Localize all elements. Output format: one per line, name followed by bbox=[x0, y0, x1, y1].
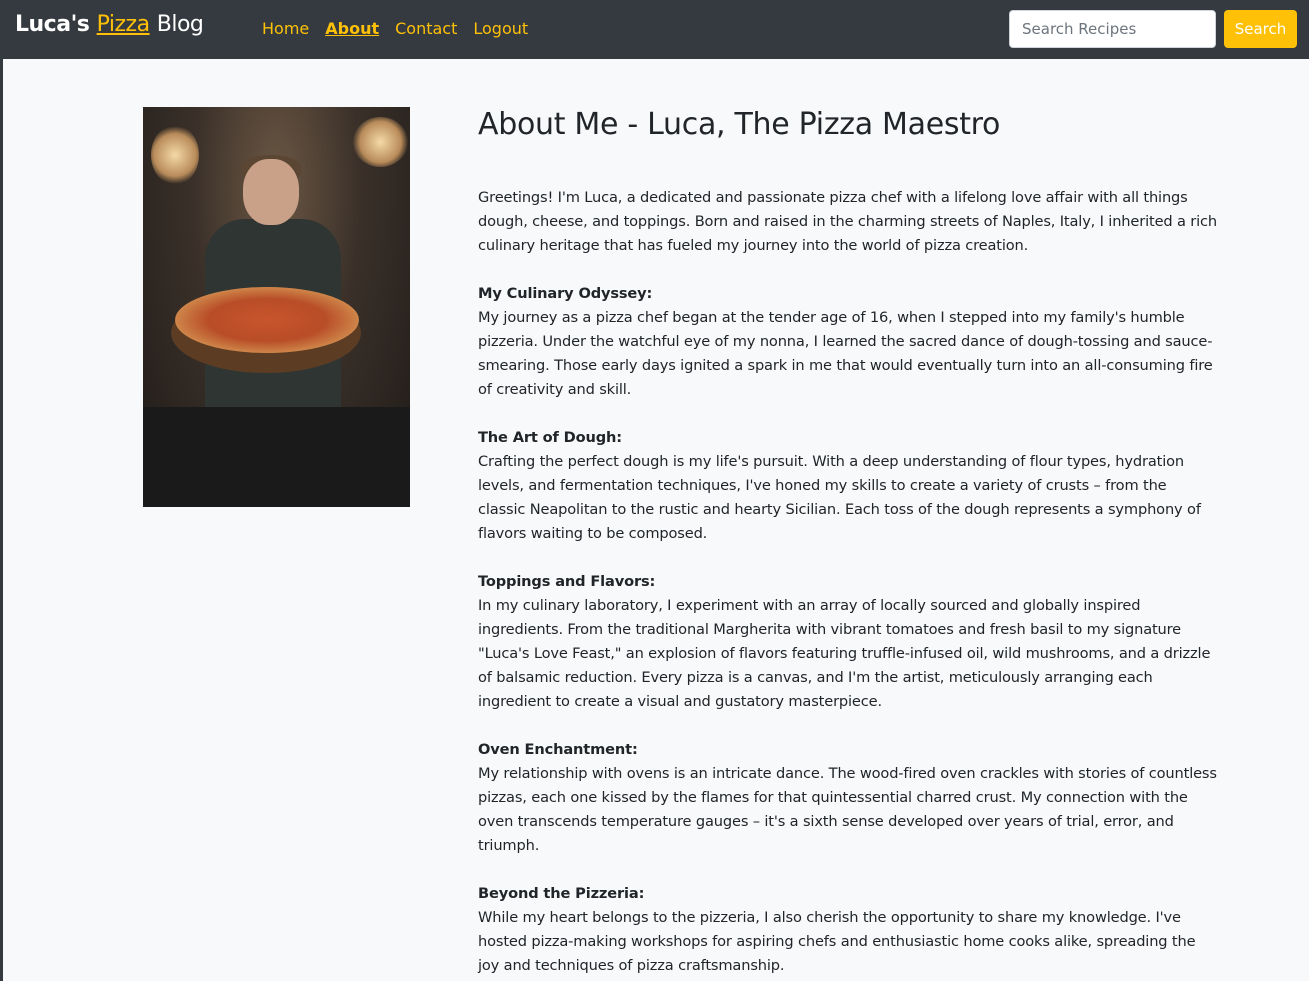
section-body: While my heart belongs to the pizzeria, … bbox=[478, 909, 1196, 974]
brand-accent: Pizza bbox=[96, 12, 150, 37]
main-nav: Home About Contact Logout bbox=[262, 19, 528, 38]
section: My Culinary Odyssey: My journey as a piz… bbox=[478, 282, 1218, 402]
lamp-light bbox=[151, 125, 199, 185]
section-body: My journey as a pizza chef began at the … bbox=[478, 309, 1213, 398]
chef-head bbox=[243, 159, 299, 225]
nav-link-about[interactable]: About bbox=[325, 19, 379, 38]
section-body: In my culinary laboratory, I experiment … bbox=[478, 597, 1211, 710]
navbar: Luca's Pizza Blog Home About Contact Log… bbox=[0, 0, 1309, 59]
search-input[interactable] bbox=[1009, 10, 1216, 48]
section-heading: Toppings and Flavors: bbox=[478, 573, 656, 590]
brand-suffix: Blog bbox=[156, 12, 204, 37]
search-button[interactable]: Search bbox=[1224, 10, 1297, 48]
section-heading: Beyond the Pizzeria: bbox=[478, 885, 645, 902]
section-heading: Oven Enchantment: bbox=[478, 741, 638, 758]
brand-prefix: Luca's bbox=[15, 12, 90, 37]
section-heading: The Art of Dough: bbox=[478, 429, 622, 446]
section: The Art of Dough: Crafting the perfect d… bbox=[478, 426, 1218, 546]
section: Toppings and Flavors: In my culinary lab… bbox=[478, 570, 1218, 714]
page-title: About Me - Luca, The Pizza Maestro bbox=[478, 107, 1001, 142]
section-body: My relationship with ovens is an intrica… bbox=[478, 765, 1217, 854]
about-content: Greetings! I'm Luca, a dedicated and pas… bbox=[478, 186, 1218, 981]
brand-logo[interactable]: Luca's Pizza Blog bbox=[15, 12, 204, 37]
chef-photo bbox=[143, 107, 410, 507]
section: Oven Enchantment: My relationship with o… bbox=[478, 738, 1218, 858]
lamp-light bbox=[353, 117, 408, 167]
section-body: Crafting the perfect dough is my life's … bbox=[478, 453, 1201, 542]
nav-link-contact[interactable]: Contact bbox=[395, 19, 457, 38]
main-content: About Me - Luca, The Pizza Maestro Greet… bbox=[3, 59, 1309, 981]
nav-link-logout[interactable]: Logout bbox=[473, 19, 528, 38]
section: Beyond the Pizzeria: While my heart belo… bbox=[478, 882, 1218, 978]
pizza bbox=[175, 287, 359, 353]
nav-link-home[interactable]: Home bbox=[262, 19, 309, 38]
intro-paragraph: Greetings! I'm Luca, a dedicated and pas… bbox=[478, 189, 1218, 254]
section-heading: My Culinary Odyssey: bbox=[478, 285, 653, 302]
kitchen-counter bbox=[143, 407, 410, 507]
